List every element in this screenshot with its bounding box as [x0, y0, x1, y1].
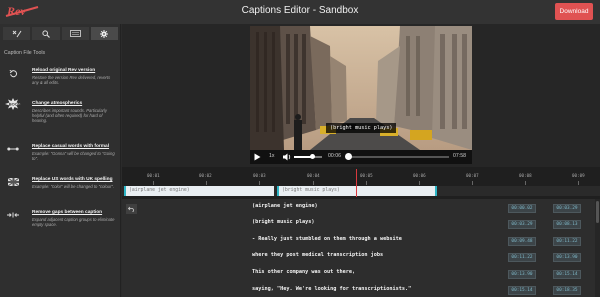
tool-title: Reload original Rev version	[32, 68, 96, 73]
tool-title: Replace US words with UK spelling	[32, 177, 113, 182]
connector-icon	[7, 147, 19, 151]
current-time: 00:06	[328, 153, 341, 159]
undo-button[interactable]	[126, 204, 137, 214]
tool-description: Example: "color" will be changed to "col…	[32, 184, 115, 189]
tools-heading: Caption File Tools	[4, 50, 46, 56]
svg-text:BOOM: BOOM	[9, 102, 21, 107]
player-controls: 1x 00:06 07:58	[250, 150, 472, 164]
transcript-editor: (airplane jet engine) (bright music play…	[122, 199, 600, 297]
boom-icon: BOOM	[5, 98, 21, 110]
end-time[interactable]: 00:13.90	[553, 253, 581, 262]
search-icon	[42, 29, 50, 38]
tool-title: Remove gaps between caption	[32, 210, 103, 215]
caption-line[interactable]: (bright music plays)	[252, 219, 314, 225]
tick-label: 00:06	[413, 173, 426, 178]
tool-description: Restore the version Rev delivered, rever…	[32, 75, 111, 85]
volume-icon	[283, 153, 291, 161]
play-button[interactable]	[254, 152, 261, 162]
volume-knob[interactable]	[309, 154, 315, 159]
tool-formal-words[interactable]: Replace casual words with formal Example…	[0, 144, 121, 174]
caption-tools-panel: Caption File Tools Reload original Rev v…	[0, 24, 121, 297]
magic-wand-icon	[12, 30, 22, 37]
tab-shortcuts[interactable]	[61, 27, 89, 40]
tick-label: 00:02	[199, 173, 212, 178]
video-caption-overlay: (bright music plays)	[326, 123, 397, 133]
volume-slider[interactable]	[294, 154, 322, 159]
end-time[interactable]: 00:08.13	[553, 220, 581, 229]
end-time[interactable]: 00:15.14	[553, 270, 581, 279]
playback-speed[interactable]: 1x	[269, 153, 274, 159]
flag-icon	[7, 178, 19, 186]
start-time[interactable]: 00:03.29	[508, 220, 536, 229]
caption-timeline[interactable]: 00:01 00:02 00:03 00:04 00:05 00:06 00:0…	[122, 167, 600, 199]
playhead[interactable]	[356, 169, 357, 197]
tick-label: 00:07	[466, 173, 479, 178]
caption-track: (airplane jet engine) (bright music play…	[122, 186, 600, 196]
tick-label: 00:03	[253, 173, 266, 178]
video-player[interactable]: (bright music plays)	[250, 26, 472, 150]
scroll-thumb[interactable]	[596, 201, 599, 223]
undo-icon	[128, 206, 134, 212]
caption-line[interactable]: where they post medical transcription jo…	[252, 252, 383, 258]
tool-title: Change atmospherics	[32, 101, 83, 106]
keyboard-icon	[69, 30, 81, 37]
gear-icon	[100, 29, 109, 38]
caption-block-label: (bright music plays)	[282, 188, 340, 193]
caption-line[interactable]: (airplane jet engine)	[252, 203, 318, 209]
tick-label: 00:04	[307, 173, 320, 178]
end-time[interactable]: 00:03.29	[553, 204, 581, 213]
tool-uk-spelling[interactable]: Replace US words with UK spelling Exampl…	[0, 177, 121, 207]
tick-label: 00:05	[360, 173, 373, 178]
tick-mark	[206, 181, 207, 185]
tick-mark	[578, 181, 579, 185]
time-ruler: 00:01 00:02 00:03 00:04 00:05 00:06 00:0…	[122, 170, 600, 185]
tick-mark	[525, 181, 526, 185]
tool-description: Example: "Gonna" will be changed to "Goi…	[32, 151, 115, 161]
tool-description: Describes important sounds. Particularly…	[32, 108, 107, 123]
seek-knob[interactable]	[345, 153, 352, 160]
top-bar: Rev Captions Editor - Sandbox Download	[0, 0, 600, 24]
caption-line[interactable]: - Really just stumbled on them through a…	[252, 236, 402, 242]
duration: 07:58	[453, 153, 466, 159]
tick-mark	[153, 181, 154, 185]
tab-settings[interactable]	[90, 27, 118, 40]
mute-button[interactable]	[283, 152, 292, 162]
tick-label: 00:08	[519, 173, 532, 178]
tick-label: 00:01	[147, 173, 160, 178]
tool-remove-gaps[interactable]: Remove gaps between caption Expand adjac…	[0, 210, 121, 240]
transcript-scrollbar[interactable]	[595, 199, 600, 297]
caption-line[interactable]: This other company was out there,	[252, 269, 355, 275]
caption-block[interactable]: (bright music plays)	[277, 186, 437, 196]
end-time[interactable]: 00:18.35	[553, 286, 581, 295]
tick-mark	[366, 181, 367, 185]
start-time[interactable]: 00:13.90	[508, 270, 536, 279]
start-time[interactable]: 00:11.22	[508, 253, 536, 262]
tick-label: 00:09	[572, 173, 585, 178]
tool-reload-original[interactable]: Reload original Rev version Restore the …	[0, 68, 121, 98]
play-icon	[254, 153, 261, 161]
tab-magic-tools[interactable]	[3, 27, 31, 40]
tool-change-atmospherics[interactable]: BOOM Change atmospherics Describes impor…	[0, 98, 121, 131]
app-title: Captions Editor - Sandbox	[241, 5, 359, 16]
download-button[interactable]: Download	[555, 3, 593, 20]
video-area: (bright music plays) 1x 00:06 07:58	[122, 24, 600, 167]
merge-icon	[7, 212, 19, 218]
tool-title: Replace casual words with formal	[32, 144, 110, 149]
tool-description: Expand adjacent caption groups to elimin…	[32, 217, 115, 227]
tick-mark	[313, 181, 314, 185]
start-time[interactable]: 00:15.14	[508, 286, 536, 295]
sidebar-toolbar	[0, 27, 121, 40]
tab-search[interactable]	[32, 27, 60, 40]
caption-block[interactable]: (airplane jet engine)	[124, 186, 274, 196]
end-time[interactable]: 00:11.22	[553, 237, 581, 246]
caption-line[interactable]: saying, "Hey. We're looking for transcri…	[252, 286, 411, 292]
tick-mark	[472, 181, 473, 185]
seek-bar[interactable]	[345, 153, 449, 160]
undo-icon	[9, 69, 17, 77]
caption-block-label: (airplane jet engine)	[129, 188, 190, 193]
start-time[interactable]: 00:09.48	[508, 237, 536, 246]
tick-mark	[419, 181, 420, 185]
tick-mark	[259, 181, 260, 185]
start-time[interactable]: 00:00.02	[508, 204, 536, 213]
